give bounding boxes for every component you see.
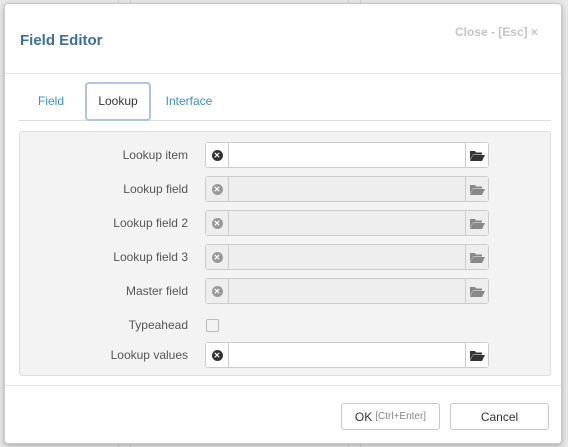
tab-lookup[interactable]: Lookup [85,82,151,121]
typeahead-checkbox[interactable] [206,319,219,332]
folder-open-icon [469,350,485,361]
browse-button[interactable] [465,143,488,167]
typeahead-label: Typeahead [128,318,188,332]
lookup-item-row: Lookup item ✕ [20,142,552,168]
ok-button[interactable]: OK [Ctrl+Enter] [341,403,440,430]
browse-button[interactable] [465,343,488,367]
clear-icon: ✕ [211,285,223,297]
dialog-footer: OK [Ctrl+Enter] Cancel [5,385,561,443]
clear-icon: ✕ [211,349,223,361]
master-field-field: ✕ [205,278,489,304]
folder-open-icon [469,286,485,297]
lookup-item-field: ✕ [205,142,489,168]
browse-button [465,279,488,303]
lookup-field-3-label: Lookup field 3 [113,250,188,264]
clear-icon: ✕ [211,149,223,161]
folder-open-icon [469,184,485,195]
master-field-row: Master field ✕ [20,278,552,304]
folder-open-icon [469,218,485,229]
ok-label: OK [354,409,373,424]
lookup-values-label: Lookup values [110,348,188,362]
lookup-field-row: Lookup field ✕ [20,176,552,202]
field-editor-dialog: Field Editor Close - [Esc] × Field Looku… [4,3,562,444]
lookup-values-field: ✕ [205,342,489,368]
clear-icon: ✕ [211,183,223,195]
tab-bar: Field Lookup Interface [19,82,551,121]
close-button[interactable]: Close - [Esc] × [455,25,538,39]
lookup-field-input [229,177,465,201]
lookup-field-3-input [229,245,465,269]
clear-button: ✕ [206,177,229,201]
master-field-input [229,279,465,303]
browse-button [465,245,488,269]
cancel-button[interactable]: Cancel [450,403,549,430]
lookup-field-field: ✕ [205,176,489,202]
lookup-field-2-input [229,211,465,235]
lookup-values-row: Lookup values ✕ [20,342,552,368]
clear-button: ✕ [206,245,229,269]
folder-open-icon [469,252,485,263]
clear-button: ✕ [206,211,229,235]
lookup-field-2-label: Lookup field 2 [113,216,188,230]
clear-icon: ✕ [211,251,223,263]
clear-button: ✕ [206,279,229,303]
typeahead-row: Typeahead [20,312,552,338]
lookup-field-2-field: ✕ [205,210,489,236]
browse-button [465,211,488,235]
browse-button [465,177,488,201]
dialog-header: Field Editor Close - [Esc] × [5,4,561,74]
lookup-field-2-row: Lookup field 2 ✕ [20,210,552,236]
master-field-label: Master field [125,284,188,298]
clear-button[interactable]: ✕ [206,143,229,167]
dialog-title: Field Editor [20,32,103,49]
lookup-field-3-row: Lookup field 3 ✕ [20,244,552,270]
folder-open-icon [469,150,485,161]
lookup-values-input[interactable] [229,343,465,367]
lookup-field-label: Lookup field [123,182,188,196]
clear-icon: ✕ [211,217,223,229]
lookup-item-input[interactable] [229,143,465,167]
lookup-field-3-field: ✕ [205,244,489,270]
tab-field[interactable]: Field [19,82,83,121]
ok-shortcut-hint: [Ctrl+Enter] [375,411,427,422]
lookup-item-label: Lookup item [122,148,188,162]
tab-interface[interactable]: Interface [155,82,223,121]
lookup-form: Lookup item ✕ Lookup field ✕ Lookup fiel… [19,131,551,376]
clear-button[interactable]: ✕ [206,343,229,367]
